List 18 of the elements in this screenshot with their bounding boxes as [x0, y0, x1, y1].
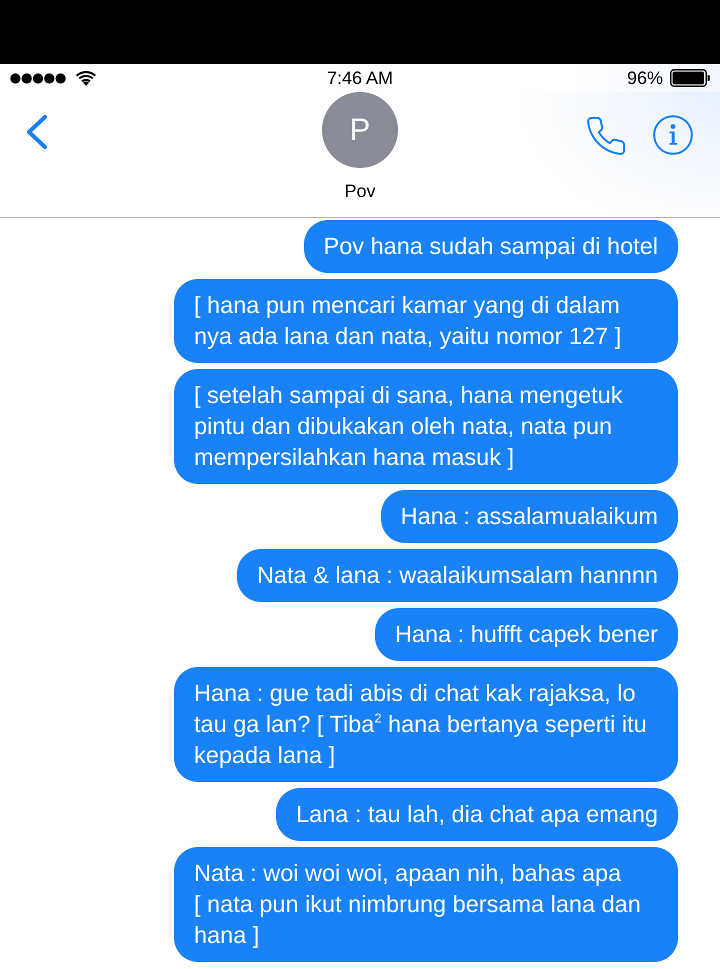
message-bubble: [ setelah sampai di sana, hana mengetuk pintu dan dibukakan oleh nata, nata pun mempersilahkan hana masuk ]: [174, 369, 678, 484]
status-time: 7:46 AM: [326, 67, 394, 89]
message-bubble: Pov hana sudah sampai di hotel: [304, 220, 678, 273]
message-bubble: Lana : tau lah, dia chat apa emang: [276, 788, 678, 841]
message-bubble: Hana : huffft capek bener: [374, 608, 678, 661]
battery-percent: 96%: [626, 67, 663, 89]
back-chevron-icon[interactable]: [25, 115, 49, 149]
message-bubble: Nata & lana : waalaikumsalam hannnn: [236, 549, 678, 602]
message-bubble: Hana : gue tadi abis di chat kak rajaksa, lo tau ga lan? [ Tiba$^{2}$ hana bertanya seperti itu kepada lana ]: [174, 667, 678, 782]
message-bubble: Nata : woi woi woi, apaan nih, bahas apa [ nata pun ikut nimbrung bersama lana dan hana ]: [174, 847, 678, 962]
phone-icon[interactable]: [587, 117, 625, 155]
info-icon[interactable]: [653, 115, 693, 155]
signal-dots-icon: [10, 72, 67, 84]
message-bubble: [ hana pun mencari kamar yang di dalam nya ada lana dan nata, yaitu nomor 127 ]: [174, 279, 678, 363]
wifi-icon: [76, 70, 96, 86]
message-bubble: Hana : assalamualaikum: [380, 490, 678, 543]
contact-name[interactable]: Pov: [344, 180, 376, 202]
battery-icon: [670, 69, 710, 87]
